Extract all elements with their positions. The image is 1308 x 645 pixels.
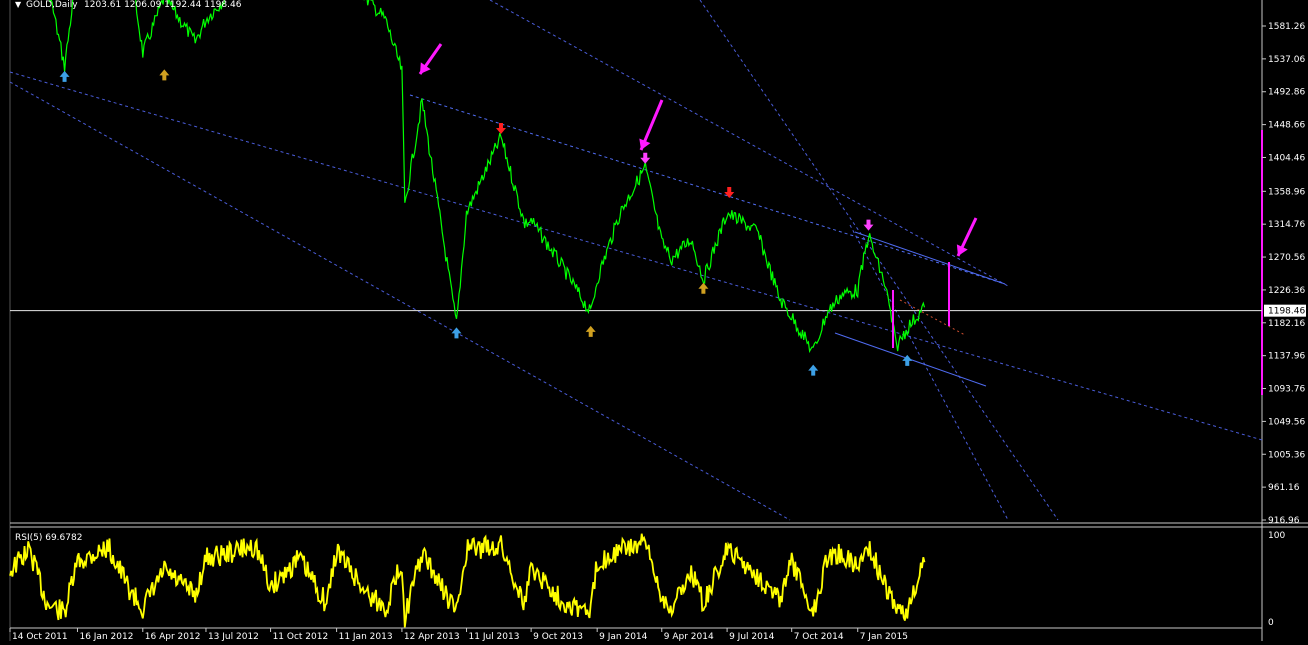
y-tick-label: 1093.76	[1268, 385, 1305, 395]
x-tick-label: 11 Oct 2012	[273, 632, 329, 641]
y-tick-label: 1137.96	[1268, 352, 1305, 362]
y-tick-label: 1226.36	[1268, 286, 1305, 296]
chart-title: GOLD,Daily	[26, 0, 78, 10]
x-tick-label: 12 Apr 2013	[404, 632, 460, 641]
chart-background	[0, 0, 1308, 641]
y-tick-label: 1005.36	[1268, 450, 1305, 460]
x-tick-label: 7 Oct 2014	[794, 632, 844, 641]
x-tick-label: 16 Apr 2012	[145, 632, 201, 641]
y-tick-label: 916.96	[1268, 516, 1300, 526]
y-tick-label: 1314.76	[1268, 220, 1305, 230]
y-tick-label: 961.16	[1268, 483, 1300, 493]
x-tick-label: 11 Jan 2013	[339, 632, 393, 641]
x-tick-label: 14 Oct 2011	[12, 632, 68, 641]
y-tick-label: 1404.46	[1268, 153, 1305, 163]
y-tick-label: 1448.66	[1268, 121, 1305, 131]
header-symbol-arrow-icon: ▼	[15, 0, 22, 9]
x-tick-label: 7 Jan 2015	[860, 632, 908, 641]
x-tick-label: 13 Jul 2012	[208, 632, 259, 641]
rsi-scale-bottom: 0	[1268, 618, 1274, 628]
x-tick-label: 9 Jul 2014	[729, 632, 774, 641]
y-tick-label: 1537.06	[1268, 55, 1305, 65]
rsi-scale-top: 100	[1268, 531, 1285, 541]
x-tick-label: 16 Jan 2012	[79, 632, 133, 641]
rsi-label: RSI(5) 69.6782	[15, 533, 82, 543]
gold-daily-chart: 1581.26 1537.06 1492.86 1448.66 1404.46 1358.…	[0, 0, 1308, 642]
y-tick-label: 1492.86	[1268, 88, 1305, 98]
current-price-label: 1198.46	[1268, 307, 1305, 317]
x-tick-label: 11 Jul 2013	[469, 632, 520, 641]
chart-window: 1581.26 1537.06 1492.86 1448.66 1404.46 1358.…	[0, 0, 1308, 642]
y-tick-label: 1182.16	[1268, 319, 1305, 329]
y-tick-label: 1049.56	[1268, 417, 1305, 427]
x-tick-label: 9 Jan 2014	[599, 632, 647, 641]
y-tick-label: 1581.26	[1268, 22, 1305, 32]
x-tick-label: 9 Oct 2013	[533, 632, 583, 641]
x-tick-label: 9 Apr 2014	[664, 632, 714, 641]
y-tick-label: 1270.56	[1268, 253, 1305, 263]
chart-ohlc: 1203.61 1206.09 1192.44 1198.46	[84, 0, 242, 10]
y-tick-label: 1358.96	[1268, 187, 1305, 197]
